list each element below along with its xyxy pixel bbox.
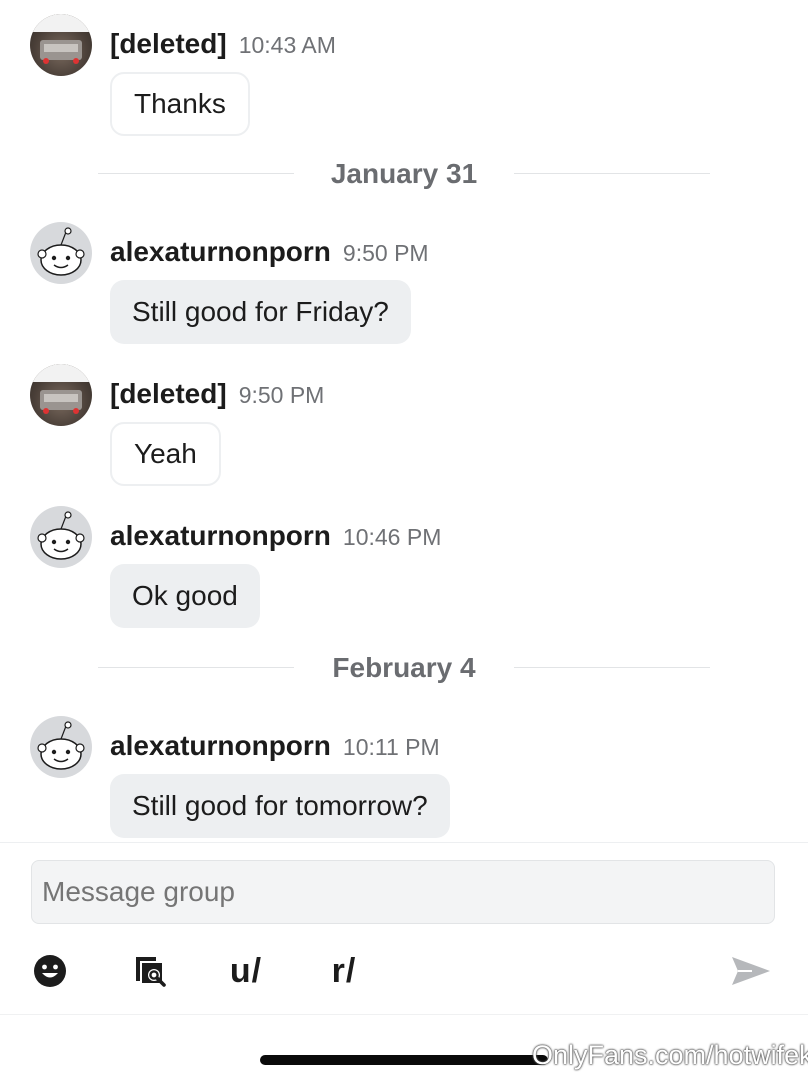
subreddit-mention-button[interactable]: r/	[324, 951, 364, 991]
date-label: February 4	[332, 652, 476, 683]
divider-line	[514, 667, 710, 668]
divider-line	[514, 173, 710, 174]
message-item: [deleted] 10:43 AM Thanks	[30, 14, 770, 138]
avatar[interactable]	[30, 716, 92, 778]
message-bubble: Ok good	[110, 564, 260, 628]
avatar[interactable]	[30, 14, 92, 76]
home-indicator[interactable]	[260, 1055, 548, 1065]
emoji-button[interactable]	[30, 951, 70, 991]
author-name[interactable]: alexaturnonporn	[110, 730, 331, 761]
avatar[interactable]	[30, 364, 92, 426]
image-search-button[interactable]	[128, 951, 172, 991]
message-item: alexaturnonporn 10:46 PM Ok good	[30, 506, 770, 630]
message-meta: [deleted] 10:43 AM	[110, 28, 336, 60]
message-bubble: Still good for tomorrow?	[110, 774, 450, 838]
date-divider: February 4	[98, 648, 710, 688]
author-name[interactable]: alexaturnonporn	[110, 236, 331, 267]
message-input[interactable]	[31, 860, 775, 924]
message-time: 9:50 PM	[342, 240, 429, 266]
message-item: [deleted] 9:50 PM Yeah	[30, 364, 770, 488]
message-item: alexaturnonporn 10:11 PM Still good for t…	[30, 716, 770, 840]
user-mention-label: u/	[229, 951, 263, 990]
user-mention-button[interactable]: u/	[224, 951, 268, 991]
author-name[interactable]: [deleted]	[110, 378, 227, 409]
message-time: 10:46 PM	[342, 524, 442, 550]
message-meta: alexaturnonporn 10:46 PM	[110, 520, 441, 552]
author-name[interactable]: alexaturnonporn	[110, 520, 331, 551]
message-bubble: Thanks	[110, 72, 250, 136]
snoo-avatar-icon	[37, 227, 85, 276]
avatar[interactable]	[30, 506, 92, 568]
avatar[interactable]	[30, 222, 92, 284]
date-label: January 31	[330, 158, 478, 189]
emoji-icon	[34, 955, 66, 987]
send-button[interactable]	[728, 951, 774, 991]
image-search-icon	[136, 957, 166, 987]
message-composer: u/ r/	[0, 842, 808, 1015]
snoo-avatar-icon	[37, 721, 85, 770]
message-meta: alexaturnonporn 10:11 PM	[110, 730, 440, 762]
message-bubble: Still good for Friday?	[110, 280, 411, 344]
message-time: 10:11 PM	[342, 734, 440, 760]
send-icon	[732, 957, 770, 985]
subreddit-mention-label: r/	[331, 951, 357, 990]
message-thread: [deleted] 10:43 AM Thanks January 31 alex…	[0, 0, 808, 842]
message-item: alexaturnonporn 9:50 PM Still good for Fr…	[30, 222, 770, 346]
message-time: 9:50 PM	[238, 382, 325, 408]
message-bubble: Yeah	[110, 422, 221, 486]
watermark: OnlyFans.com/hotwifekk	[532, 1040, 808, 1070]
message-time: 10:43 AM	[238, 32, 336, 58]
avatar-photo-icon	[30, 364, 92, 414]
message-meta: alexaturnonporn 9:50 PM	[110, 236, 429, 268]
date-divider: January 31	[98, 154, 710, 194]
author-name[interactable]: [deleted]	[110, 28, 227, 59]
snoo-avatar-icon	[37, 511, 85, 560]
avatar-photo-icon	[30, 14, 92, 64]
message-meta: [deleted] 9:50 PM	[110, 378, 324, 410]
